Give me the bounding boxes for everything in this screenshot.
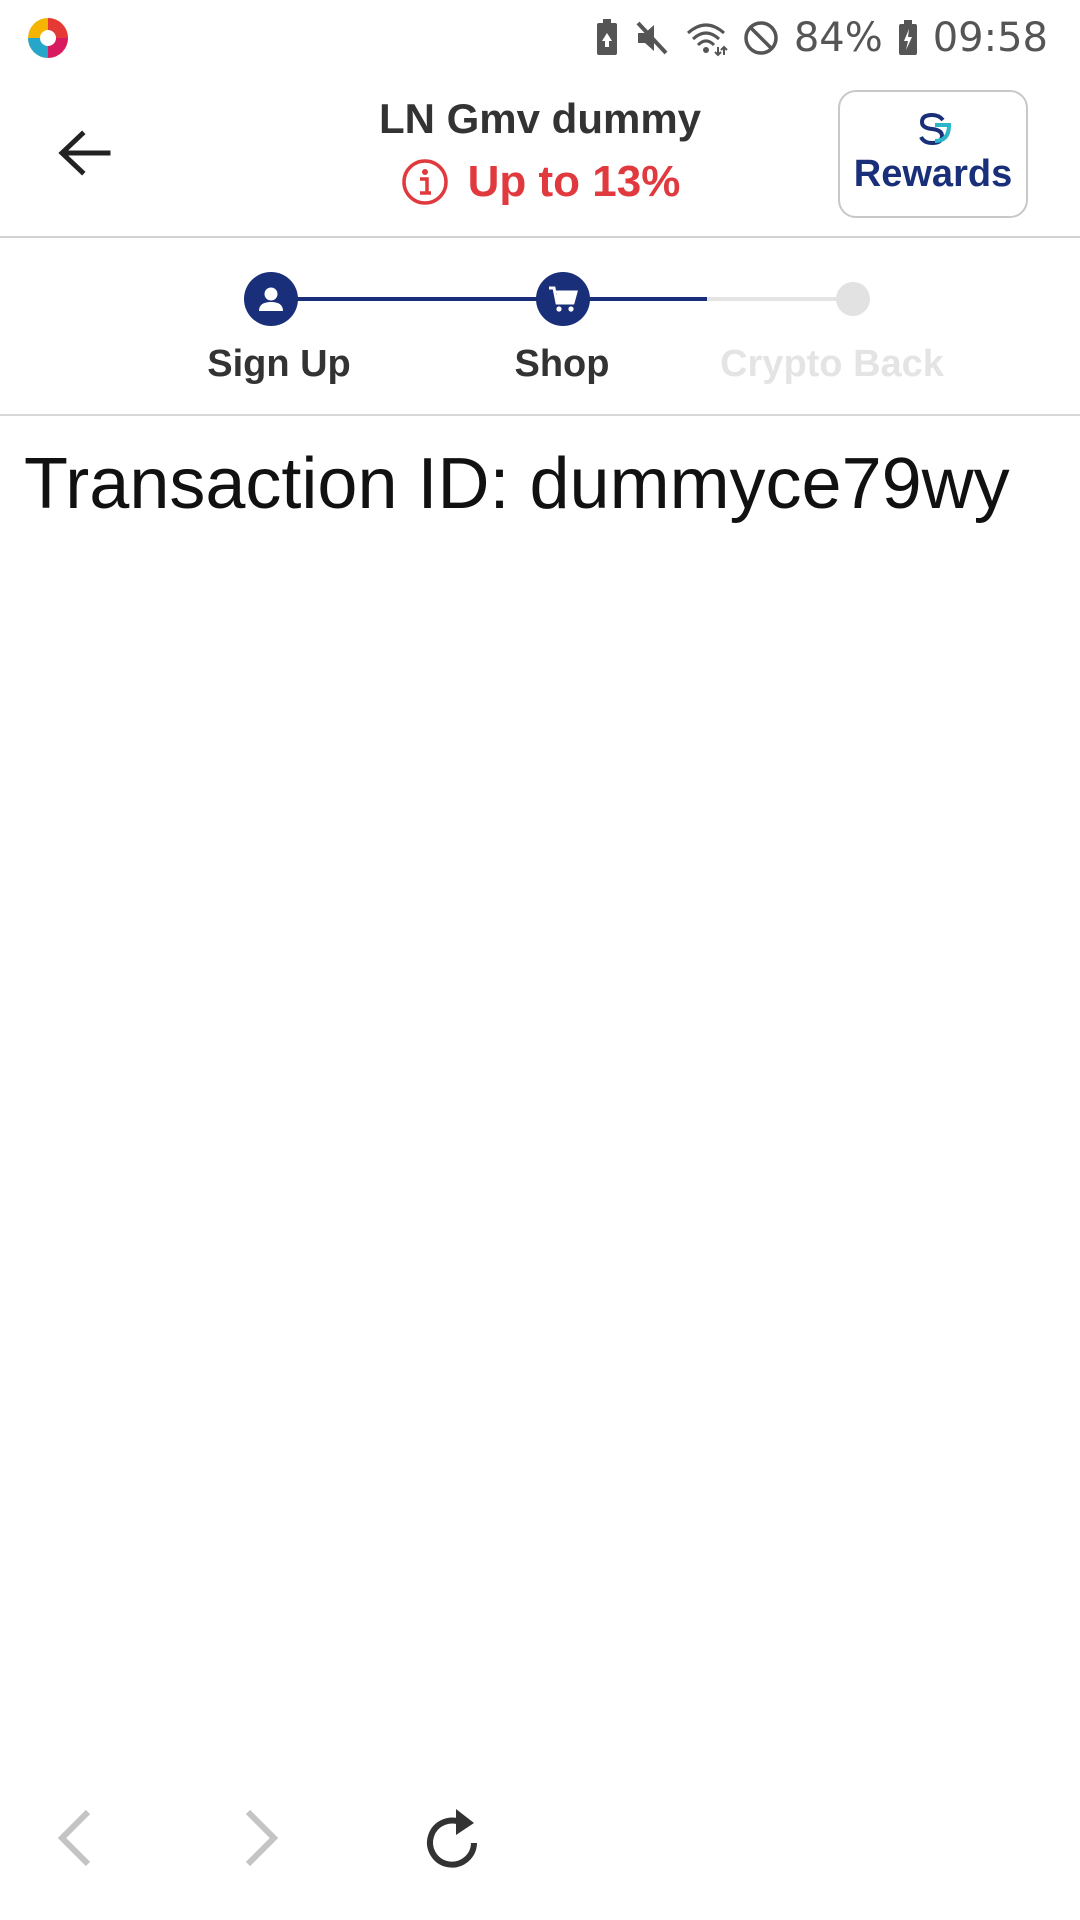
cashback-rate[interactable]: Up to 13% — [260, 156, 820, 208]
status-icons: 84% 09:58 — [594, 14, 1048, 62]
info-icon[interactable] — [400, 157, 450, 207]
clock: 09:58 — [932, 15, 1048, 61]
step-connector — [271, 297, 563, 301]
merchant-title: LN Gmv dummy — [378, 95, 702, 142]
step-connector — [707, 297, 853, 301]
arrow-left-icon — [58, 130, 111, 176]
step-label-shop: Shop — [514, 343, 610, 385]
cart-icon — [549, 286, 578, 312]
battery-charging-icon — [898, 20, 917, 55]
browser-nav-bar — [0, 1780, 1080, 1890]
browser-forward-button[interactable] — [222, 1798, 302, 1878]
chevron-left-icon — [57, 1809, 91, 1867]
wifi-icon — [686, 23, 728, 57]
rewards-logo-icon — [919, 112, 952, 146]
rewards-label: Rewards — [853, 153, 1013, 195]
back-button[interactable] — [44, 120, 124, 186]
screen: 84% 09:58 LN Gmv dummy Up to 13% Rewards… — [0, 0, 1080, 1920]
cashback-rate-label: Up to 13% — [467, 157, 681, 206]
step-label-sign-up: Sign Up — [207, 343, 351, 385]
progress-stepper: Sign Up Shop Crypto Back — [0, 238, 1080, 416]
refresh-icon — [427, 1809, 477, 1868]
app-logo-icon — [28, 18, 68, 58]
person-icon — [259, 287, 283, 311]
transaction-id: Transaction ID: dummyce79wy — [24, 444, 1010, 524]
step-node-crypto-back — [836, 282, 870, 316]
step-node-sign-up — [244, 272, 298, 326]
chevron-right-icon — [245, 1809, 279, 1867]
status-bar: 84% 09:58 — [0, 0, 1080, 74]
rewards-button[interactable]: Rewards — [838, 90, 1028, 218]
browser-back-button[interactable] — [34, 1798, 114, 1878]
battery-saver-icon — [596, 19, 617, 55]
step-node-shop — [536, 272, 590, 326]
battery-percent: 84% — [793, 15, 883, 61]
app-header: LN Gmv dummy Up to 13% Rewards — [0, 74, 1080, 238]
mute-icon — [636, 21, 668, 55]
do-not-disturb-icon — [744, 21, 778, 55]
step-label-crypto-back: Crypto Back — [720, 343, 944, 385]
browser-refresh-button[interactable] — [414, 1798, 494, 1878]
